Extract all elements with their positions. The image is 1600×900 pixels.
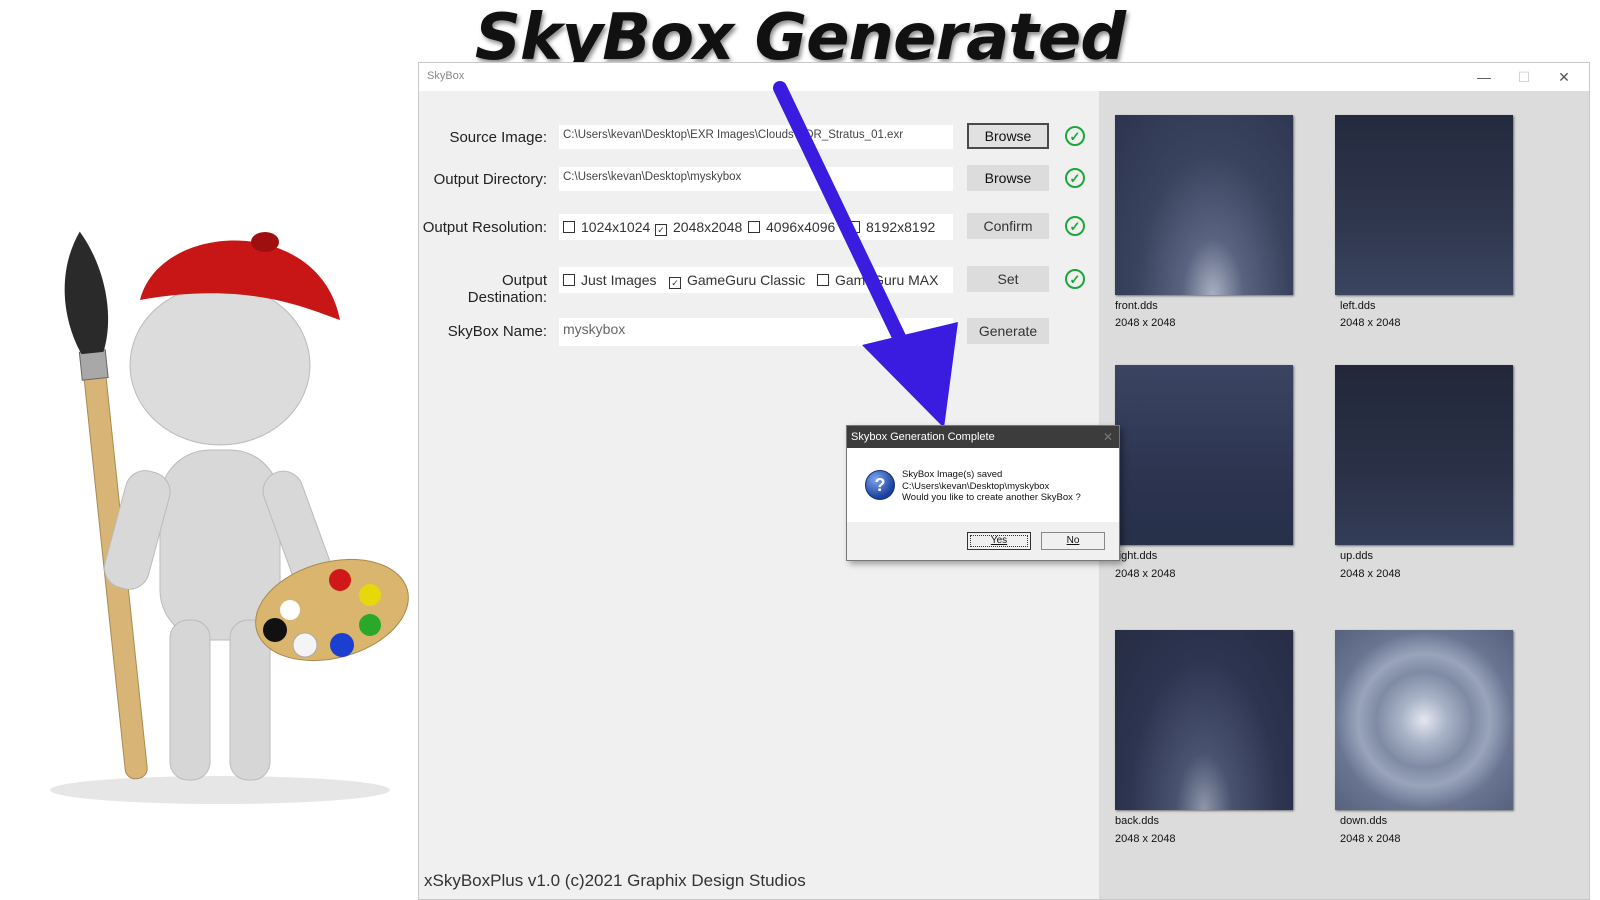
skybox-name-row: SkyBox Name: myskybox Generate: [419, 318, 1099, 346]
destination-option-gameguru-max[interactable]: GameGuru MAX: [817, 272, 938, 288]
dialog-message-line-1: SkyBox Image(s) saved: [902, 469, 1003, 480]
left-preview-thumbnail[interactable]: [1335, 115, 1513, 295]
footer-copyright: xSkyBoxPlus v1.0 (c)2021 Graphix Design …: [424, 871, 806, 890]
skybox-name-label: SkyBox Name:: [447, 323, 547, 340]
resolution-options: 1024x1024 ✓ 2048x2048 4096x4096 8192x8192: [559, 214, 953, 240]
resolution-check-icon: ✓: [1065, 216, 1085, 236]
preview-pane: front.dds 2048 x 2048 left.dds 2048 x 20…: [1099, 91, 1589, 899]
output-directory-check-icon: ✓: [1065, 168, 1085, 188]
yes-button[interactable]: Yes: [967, 532, 1031, 550]
resolution-option-2048[interactable]: ✓ 2048x2048: [655, 219, 742, 236]
generation-complete-dialog: Skybox Generation Complete ✕ ? SkyBox Im…: [846, 425, 1120, 561]
output-browse-button[interactable]: Browse: [967, 165, 1049, 191]
checkbox-icon: [848, 221, 860, 233]
left-preview-size: 2048 x 2048: [1340, 317, 1401, 329]
dialog-message-line-3: Would you like to create another SkyBox …: [902, 492, 1081, 503]
left-preview-name: left.dds: [1340, 300, 1376, 312]
window-title: SkyBox: [427, 70, 465, 82]
generate-button[interactable]: Generate: [967, 318, 1049, 344]
checkbox-icon: [748, 221, 760, 233]
dialog-title: Skybox Generation Complete: [847, 426, 1119, 448]
source-check-icon: ✓: [1065, 126, 1085, 146]
resolution-option-1024[interactable]: 1024x1024: [563, 219, 650, 235]
dialog-close-icon[interactable]: ✕: [1103, 426, 1113, 448]
resolution-option-4096[interactable]: 4096x4096: [748, 219, 835, 235]
front-preview-size: 2048 x 2048: [1115, 317, 1176, 329]
destination-options: Just Images ✓ GameGuru Classic GameGuru M…: [559, 267, 953, 293]
checkbox-checked-icon: ✓: [655, 224, 667, 236]
painter-mascot-illustration: [50, 231, 409, 804]
checkbox-checked-icon: ✓: [669, 277, 681, 289]
dialog-message-line-2: C:\Users\kevan\Desktop\myskybox: [902, 480, 1050, 492]
up-preview-size: 2048 x 2048: [1340, 568, 1401, 580]
output-directory-field[interactable]: C:\Users\kevan\Desktop\myskybox: [559, 167, 953, 191]
set-button[interactable]: Set: [967, 266, 1049, 292]
right-preview-size: 2048 x 2048: [1115, 568, 1176, 580]
down-preview-size: 2048 x 2048: [1340, 833, 1401, 845]
checkbox-icon: [563, 274, 575, 286]
right-preview-name: right.dds: [1115, 550, 1158, 562]
title-bar: SkyBox — ☐ ✕: [419, 63, 1589, 91]
no-button[interactable]: No: [1041, 532, 1105, 550]
source-image-label: Source Image:: [449, 129, 547, 146]
checkbox-icon: [817, 274, 829, 286]
down-preview-name: down.dds: [1340, 815, 1388, 827]
output-directory-label: Output Directory:: [433, 171, 547, 188]
destination-option-gameguru-classic[interactable]: ✓ GameGuru Classic: [669, 272, 805, 289]
checkbox-icon: [563, 221, 575, 233]
destination-check-icon: ✓: [1065, 269, 1085, 289]
up-preview-thumbnail[interactable]: [1335, 365, 1513, 545]
output-destination-row: Output Destination: Just Images ✓ GameGur…: [419, 266, 1099, 306]
skybox-name-input[interactable]: myskybox: [559, 318, 953, 346]
source-browse-button[interactable]: Browse: [967, 123, 1049, 149]
source-image-field[interactable]: C:\Users\kevan\Desktop\EXR Images\Clouds…: [559, 125, 953, 149]
output-resolution-row: Output Resolution: 1024x1024 ✓ 2048x2048 …: [419, 213, 1099, 241]
back-preview-size: 2048 x 2048: [1115, 833, 1176, 845]
right-preview-thumbnail[interactable]: [1115, 365, 1293, 545]
back-preview-thumbnail[interactable]: [1115, 630, 1293, 810]
question-icon: ?: [865, 470, 895, 500]
resolution-option-8192[interactable]: 8192x8192: [848, 219, 935, 235]
confirm-button[interactable]: Confirm: [967, 213, 1049, 239]
up-preview-name: up.dds: [1340, 550, 1374, 562]
down-preview-thumbnail[interactable]: [1335, 630, 1513, 810]
output-directory-row: Output Directory: C:\Users\kevan\Desktop…: [419, 165, 1099, 193]
dialog-message: SkyBox Image(s) saved C:\Users\kevan\Des…: [902, 469, 1081, 504]
output-resolution-label: Output Resolution:: [422, 219, 547, 236]
front-preview-thumbnail[interactable]: [1115, 115, 1293, 295]
minimize-button[interactable]: —: [1471, 67, 1497, 87]
maximize-button[interactable]: ☐: [1511, 67, 1537, 87]
output-destination-label: Output Destination:: [467, 272, 547, 306]
dialog-button-bar: Yes No: [847, 522, 1119, 560]
front-preview-name: front.dds: [1115, 300, 1158, 312]
back-preview-name: back.dds: [1115, 815, 1160, 827]
source-image-row: Source Image: C:\Users\kevan\Desktop\EXR…: [419, 123, 1099, 151]
close-button[interactable]: ✕: [1551, 67, 1577, 87]
destination-option-just-images[interactable]: Just Images: [563, 272, 656, 288]
